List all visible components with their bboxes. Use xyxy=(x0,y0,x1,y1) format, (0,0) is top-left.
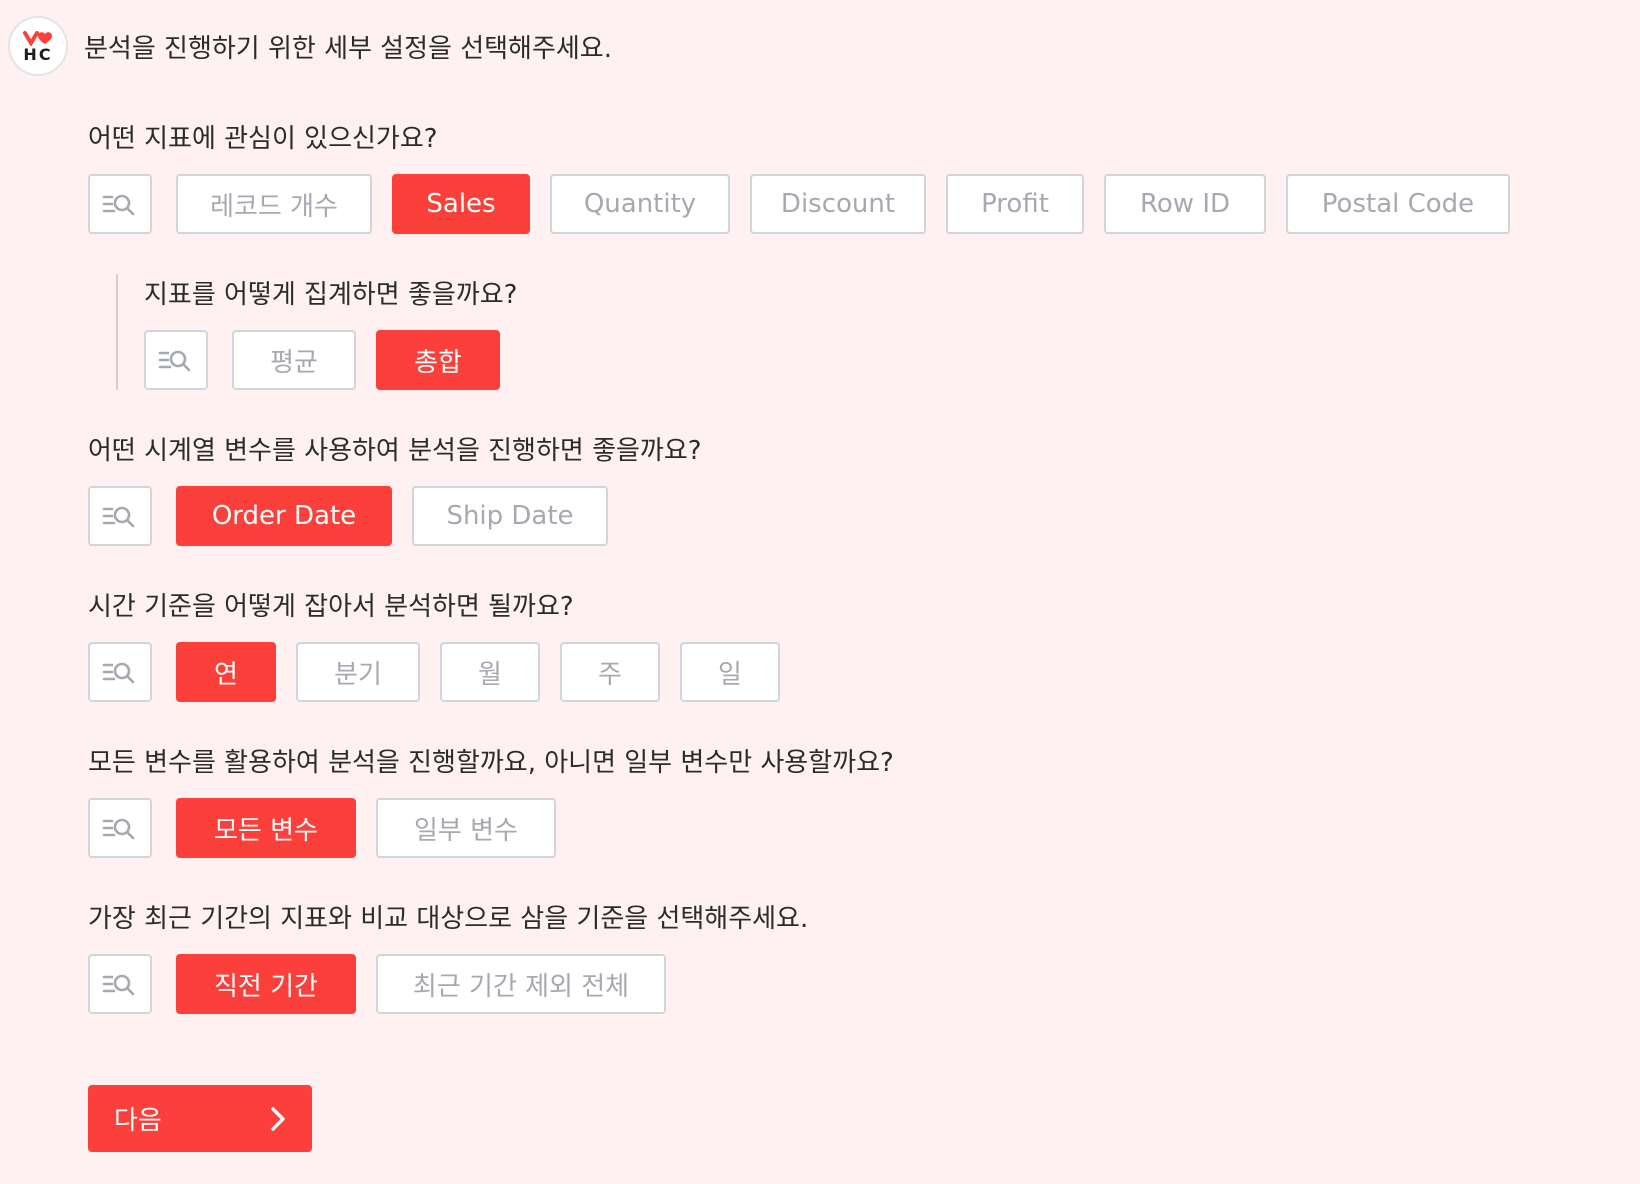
time-variable-option-ship-date[interactable]: Ship Date xyxy=(412,486,608,546)
time-variable-options: Order Date Ship Date xyxy=(88,486,1608,546)
metric-search-button[interactable] xyxy=(88,174,152,234)
aggregation-option-sum[interactable]: 총합 xyxy=(376,330,500,390)
comparison-options: 직전 기간 최근 기간 제외 전체 xyxy=(88,954,1608,1014)
heart-logo-icon xyxy=(23,30,52,46)
list-search-icon xyxy=(102,194,135,216)
variables-section: 모든 변수를 활용하여 분석을 진행할까요, 아니면 일부 변수만 사용할까요?… xyxy=(88,742,1608,858)
comparison-section: 가장 최근 기간의 지표와 비교 대상으로 삼을 기준을 선택해주세요. 직전 … xyxy=(88,898,1608,1014)
variables-option-all[interactable]: 모든 변수 xyxy=(176,798,356,858)
time-unit-option-day[interactable]: 일 xyxy=(680,642,780,702)
metric-option-record-count[interactable]: 레코드 개수 xyxy=(176,174,372,234)
variables-question: 모든 변수를 활용하여 분석을 진행할까요, 아니면 일부 변수만 사용할까요? xyxy=(88,748,894,778)
variables-search-button[interactable] xyxy=(88,798,152,858)
metric-option-quantity[interactable]: Quantity xyxy=(550,174,730,234)
assistant-message: 분석을 진행하기 위한 세부 설정을 선택해주세요. xyxy=(84,33,612,64)
metric-option-profit[interactable]: Profit xyxy=(946,174,1084,234)
list-search-icon xyxy=(102,506,135,528)
brand-logo: HC xyxy=(8,16,68,76)
metric-option-postal-code[interactable]: Postal Code xyxy=(1286,174,1510,234)
time-unit-option-week[interactable]: 주 xyxy=(560,642,660,702)
aggregation-option-average[interactable]: 평균 xyxy=(232,330,356,390)
metric-question: 어떤 지표에 관심이 있으신가요? xyxy=(88,124,438,154)
time-variable-option-order-date[interactable]: Order Date xyxy=(176,486,392,546)
list-search-icon xyxy=(102,818,135,840)
metric-section: 어떤 지표에 관심이 있으신가요? 레코드 개수 Sales Quantity … xyxy=(88,118,1608,390)
comparison-option-all-except-recent[interactable]: 최근 기간 제외 전체 xyxy=(376,954,666,1014)
list-search-icon xyxy=(102,662,135,684)
time-variable-section: 어떤 시계열 변수를 사용하여 분석을 진행하면 좋을까요? Order Dat… xyxy=(88,430,1608,546)
time-unit-option-month[interactable]: 월 xyxy=(440,642,540,702)
aggregation-options: 평균 총합 xyxy=(144,330,1608,390)
time-variable-question: 어떤 시계열 변수를 사용하여 분석을 진행하면 좋을까요? xyxy=(88,436,702,466)
time-unit-question: 시간 기준을 어떻게 잡아서 분석하면 될까요? xyxy=(88,592,574,622)
logo-text: HC xyxy=(23,44,53,64)
variables-option-partial[interactable]: 일부 변수 xyxy=(376,798,556,858)
time-unit-options: 연 분기 월 주 일 xyxy=(88,642,1608,702)
metric-option-discount[interactable]: Discount xyxy=(750,174,926,234)
list-search-icon xyxy=(158,350,191,372)
comparison-question: 가장 최근 기간의 지표와 비교 대상으로 삼을 기준을 선택해주세요. xyxy=(88,904,809,934)
aggregation-question: 지표를 어떻게 집계하면 좋을까요? xyxy=(144,280,518,310)
page: HC 분석을 진행하기 위한 세부 설정을 선택해주세요. 어떤 지표에 관심이… xyxy=(0,0,1640,1184)
time-unit-option-quarter[interactable]: 분기 xyxy=(296,642,420,702)
metric-option-sales[interactable]: Sales xyxy=(392,174,530,234)
time-variable-search-button[interactable] xyxy=(88,486,152,546)
comparison-option-previous-period[interactable]: 직전 기간 xyxy=(176,954,356,1014)
comparison-search-button[interactable] xyxy=(88,954,152,1014)
time-unit-search-button[interactable] xyxy=(88,642,152,702)
time-unit-option-year[interactable]: 연 xyxy=(176,642,276,702)
list-search-icon xyxy=(102,974,135,996)
time-unit-section: 시간 기준을 어떻게 잡아서 분석하면 될까요? 연 분기 월 주 일 xyxy=(88,586,1608,702)
metric-option-row-id[interactable]: Row ID xyxy=(1104,174,1266,234)
metric-options: 레코드 개수 Sales Quantity Discount Profit Ro… xyxy=(88,174,1608,234)
aggregation-search-button[interactable] xyxy=(144,330,208,390)
variables-options: 모든 변수 일부 변수 xyxy=(88,798,1608,858)
next-button[interactable]: 다음 xyxy=(88,1085,312,1152)
aggregation-section: 지표를 어떻게 집계하면 좋을까요? 평균 총합 xyxy=(116,274,1608,390)
settings-form: 어떤 지표에 관심이 있으신가요? 레코드 개수 Sales Quantity … xyxy=(88,118,1608,1014)
chat-header: HC 분석을 진행하기 위한 세부 설정을 선택해주세요. xyxy=(8,16,612,76)
next-button-label: 다음 xyxy=(114,1106,162,1136)
chevron-right-icon xyxy=(271,1106,285,1131)
